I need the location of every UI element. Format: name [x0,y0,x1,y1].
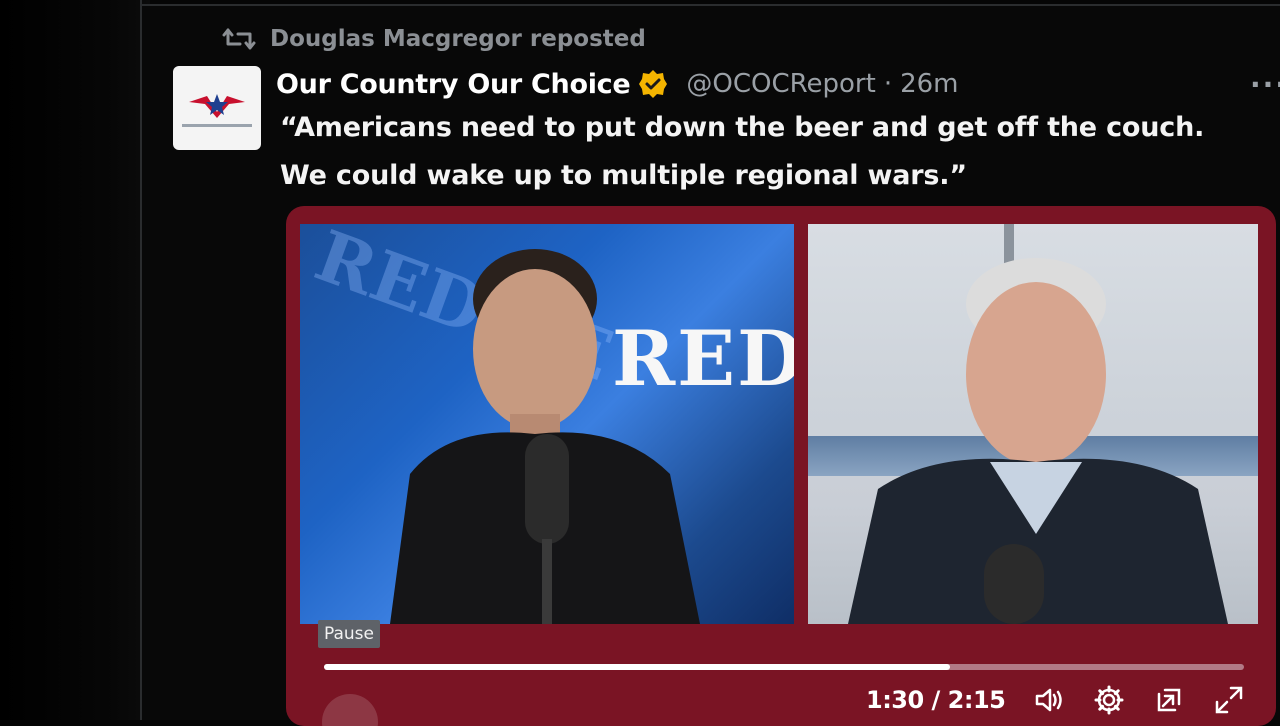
display-name[interactable]: Our Country Our Choice [276,69,631,100]
more-options-icon[interactable]: ··· [1250,68,1280,101]
repost-context[interactable]: Douglas Macgregor reposted [222,24,646,54]
tweet-text: “Americans need to put down the beer and… [280,112,1205,191]
verified-badge-icon[interactable] [638,69,668,99]
video-progress-fill [324,664,950,670]
video-player[interactable]: RED RE RED Pause 1:30 / 2:15 [286,206,1276,726]
host-figure [390,249,700,624]
fullscreen-icon[interactable] [1213,684,1245,716]
handle[interactable]: @OCOCReport [686,69,875,99]
video-panel-guest [808,224,1258,624]
play-pause-button[interactable] [322,694,378,726]
screen-edge [0,0,150,720]
pause-tooltip: Pause [318,620,380,648]
separator: · [883,69,893,99]
repost-label: Douglas Macgregor reposted [270,26,646,52]
time-display: 1:30 / 2:15 [866,686,1006,714]
popout-icon[interactable] [1153,684,1185,716]
video-controls: 1:30 / 2:15 [866,680,1246,720]
timestamp[interactable]: 26m [900,69,958,99]
video-progress-bar[interactable] [324,664,1244,670]
volume-icon[interactable] [1033,684,1065,716]
avatar[interactable] [173,66,261,150]
guest-figure [848,258,1228,624]
gear-icon[interactable] [1093,684,1125,716]
repost-icon [222,28,256,50]
logo-tagline [182,123,252,127]
video-panel-host: RED RE RED [300,224,794,624]
tweet-header: Our Country Our Choice @OCOCReport · 26m [276,64,1276,104]
ococ-logo-icon [189,93,245,118]
